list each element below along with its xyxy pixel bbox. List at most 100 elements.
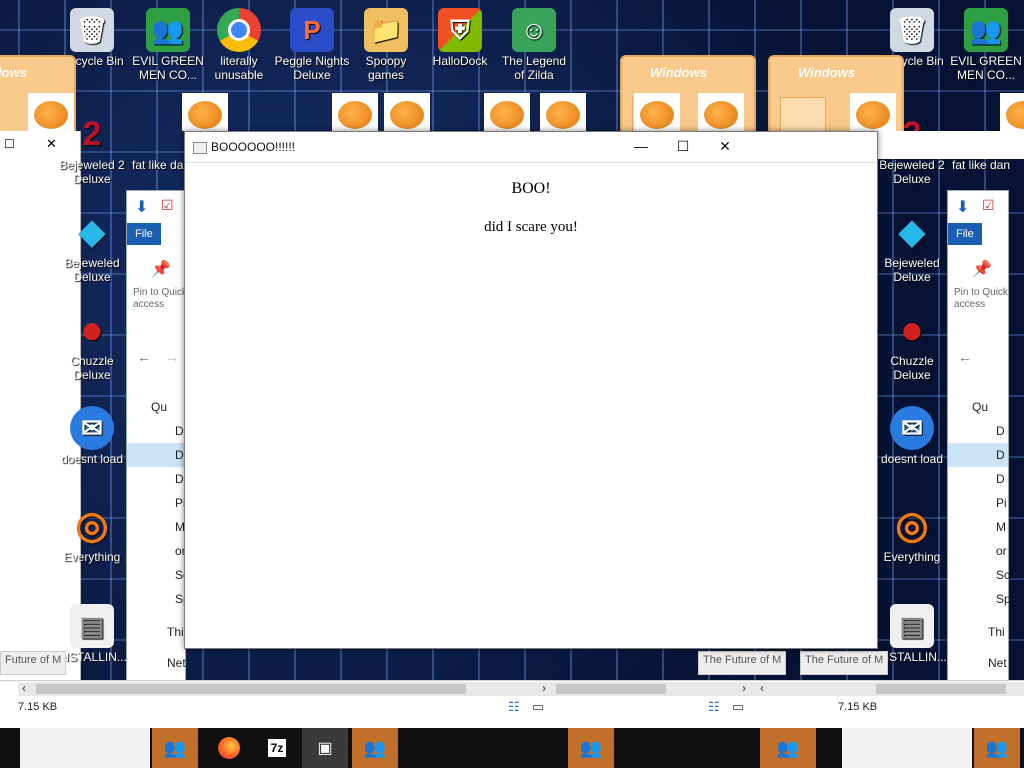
sidebar-item[interactable]: D (996, 424, 1005, 438)
evil-green-men-icon: 👥 (363, 737, 387, 758)
search-box[interactable] (20, 728, 150, 768)
icon-label: Chuzzle Deluxe (70, 354, 114, 382)
sidebar-item[interactable]: M (996, 520, 1006, 534)
chuzzle-icon: ● (899, 308, 925, 352)
bejeweled2-icon: 2 (82, 115, 102, 153)
taskbar-7zip[interactable]: 7z (254, 728, 300, 768)
large-icons-view-icon[interactable]: ▭ (532, 699, 544, 715)
forward-arrow-icon[interactable]: → (165, 349, 179, 365)
winxp-caption: Windows (0, 65, 27, 80)
icon-label: Bejeweled Deluxe (884, 256, 940, 284)
minimize-button[interactable]: — (627, 136, 655, 156)
sidebar-item[interactable]: or (996, 544, 1007, 558)
desktop-icon-bejeweled[interactable]: ◆ Bejeweled Deluxe (54, 210, 130, 284)
download-arrow-icon[interactable]: ⬇ (135, 197, 148, 217)
taskbar-explorer[interactable]: ▣ (302, 728, 348, 768)
sidebar-item[interactable]: D (175, 424, 184, 438)
large-icons-view-icon[interactable]: ▭ (732, 699, 744, 715)
sidebar-item[interactable]: Sp (996, 592, 1011, 606)
desktop-icon-chuzzle[interactable]: ● Chuzzle Deluxe (54, 308, 130, 382)
sidebar-item[interactable]: Net (988, 656, 1007, 670)
scrollbar-thumb[interactable] (36, 684, 466, 694)
taskbar-preview-future[interactable]: Future of M (0, 651, 67, 675)
sidebar-item[interactable]: D (175, 448, 184, 462)
sidebar-item[interactable]: Net (167, 656, 186, 670)
taskbar-evil-green-men-4[interactable]: 👥 (760, 728, 816, 768)
evil-green-men-icon: 👥 (163, 737, 187, 758)
sidebar-item[interactable]: Qu (151, 400, 167, 414)
desktop-icon-zelda[interactable]: ☺ The Legend of Zilda (496, 8, 572, 82)
document-icon: ▤ (70, 604, 114, 648)
close-button[interactable]: ✕ (711, 136, 739, 156)
desktop-icon-evil-green-men-2[interactable]: 👥 EVIL GREEN MEN CO... (948, 8, 1024, 82)
taskbar-preview-the-future[interactable]: The Future of M (698, 651, 787, 675)
icon-label: HalloDock (432, 54, 488, 68)
folder-icon: 📁 (364, 8, 408, 52)
details-view-icon[interactable]: ☷ (508, 699, 520, 715)
desktop-icon-chuzzle-2[interactable]: ● Chuzzle Deluxe (874, 308, 950, 382)
explorer-window-left: ⬇ ☑ File 📌 Pin to Quick access ← → Qu D … (126, 190, 190, 682)
back-arrow-icon[interactable]: ← (137, 349, 151, 365)
pin-icon[interactable]: 📌 (151, 259, 171, 279)
icon-label: Bejeweled 2 Deluxe (879, 158, 945, 186)
desktop-icon-spoopy-games[interactable]: 📁 Spoopy games (348, 8, 424, 82)
pumpkin-image (540, 93, 586, 131)
scroll-left-icon[interactable]: ‹ (22, 681, 26, 695)
tab-file[interactable]: File (127, 223, 161, 245)
desktop-icon-bejeweled-2[interactable]: ◆ Bejeweled Deluxe (874, 210, 950, 284)
firefox-icon (218, 737, 240, 759)
desktop-icon-doesnt-load[interactable]: ✉ doesnt load (54, 406, 130, 466)
evil-green-men-icon: 👥 (985, 737, 1009, 758)
maximize-icon[interactable]: ☐ (4, 137, 15, 151)
taskbar-evil-green-men-5[interactable]: 👥 (974, 728, 1020, 768)
evil-green-men-icon: 👥 (776, 737, 800, 758)
sidebar-item[interactable]: Qu (972, 400, 988, 414)
desktop-icon-doesnt-load-2[interactable]: ✉ doesnt load (874, 406, 950, 466)
taskbar-firefox[interactable] (206, 728, 252, 768)
taskbar-evil-green-men-3[interactable]: 👥 (568, 728, 614, 768)
desktop-icon-hallodock[interactable]: ⛨ HalloDock (422, 8, 498, 68)
pumpkin-image (332, 93, 378, 131)
file-size-status: 7.15 KB (18, 701, 58, 713)
popup-titlebar[interactable]: BOOOOOO!!!!!! — ☐ ✕ (185, 132, 877, 163)
details-view-icon[interactable]: ☷ (708, 699, 720, 715)
desktop-icon-evil-green-men[interactable]: 👥 EVIL GREEN MEN CO... (130, 8, 206, 82)
tab-file[interactable]: File (948, 223, 982, 245)
sidebar-item[interactable]: D (996, 448, 1005, 462)
desktop-icon-bejeweled2[interactable]: 2 Bejeweled 2 Deluxe (54, 112, 130, 186)
download-arrow-icon[interactable]: ⬇ (956, 197, 969, 217)
sidebar-item[interactable]: Thi (988, 625, 1005, 639)
taskbar-evil-green-men[interactable]: 👥 (152, 728, 198, 768)
taskbar-evil-green-men-2[interactable]: 👥 (352, 728, 398, 768)
pumpkin-image (384, 93, 430, 131)
fat-like-dan-label[interactable]: fat like dan (132, 158, 190, 172)
properties-icon[interactable]: ☑ (161, 197, 174, 214)
desktop-icon-everything[interactable]: ◎ Everything (54, 504, 130, 564)
icon-label: Bejeweled Deluxe (64, 256, 120, 284)
sidebar-item[interactable]: D (996, 472, 1005, 486)
scrollbar-thumb[interactable] (556, 684, 666, 694)
back-arrow-icon[interactable]: ← (958, 349, 972, 365)
sidebar-item[interactable]: Pi (996, 496, 1007, 510)
desktop-icon-chrome[interactable]: literally unusable (201, 8, 277, 82)
maximize-button[interactable]: ☐ (669, 136, 697, 156)
sidebar-item[interactable]: Thi (167, 625, 184, 639)
pin-label[interactable]: Pin to Quick access (954, 287, 1012, 311)
search-ring-icon: ◎ (895, 505, 929, 547)
scroll-left-icon[interactable]: ‹ (760, 681, 764, 695)
sidebar-item[interactable]: Sc (996, 568, 1010, 582)
desktop-icon-peggle[interactable]: P Peggle Nights Deluxe (274, 8, 350, 82)
pin-label[interactable]: Pin to Quick access (133, 287, 191, 311)
scroll-right-icon[interactable]: › (542, 681, 546, 695)
sidebar-item[interactable]: D (175, 472, 184, 486)
search-ring-icon: ◎ (75, 505, 109, 547)
desktop-icon-everything-2[interactable]: ◎ Everything (874, 504, 950, 564)
scrollbar-thumb[interactable] (876, 684, 1006, 694)
taskbar-preview-the-future-2[interactable]: The Future of M (800, 651, 889, 675)
pin-icon[interactable]: 📌 (972, 259, 992, 279)
fat-like-dan-label[interactable]: fat like dan (952, 158, 1010, 172)
scroll-right-icon[interactable]: › (742, 681, 746, 695)
winxp-caption: Windows (798, 65, 855, 80)
search-box-2[interactable] (842, 728, 972, 768)
properties-icon[interactable]: ☑ (982, 197, 995, 214)
